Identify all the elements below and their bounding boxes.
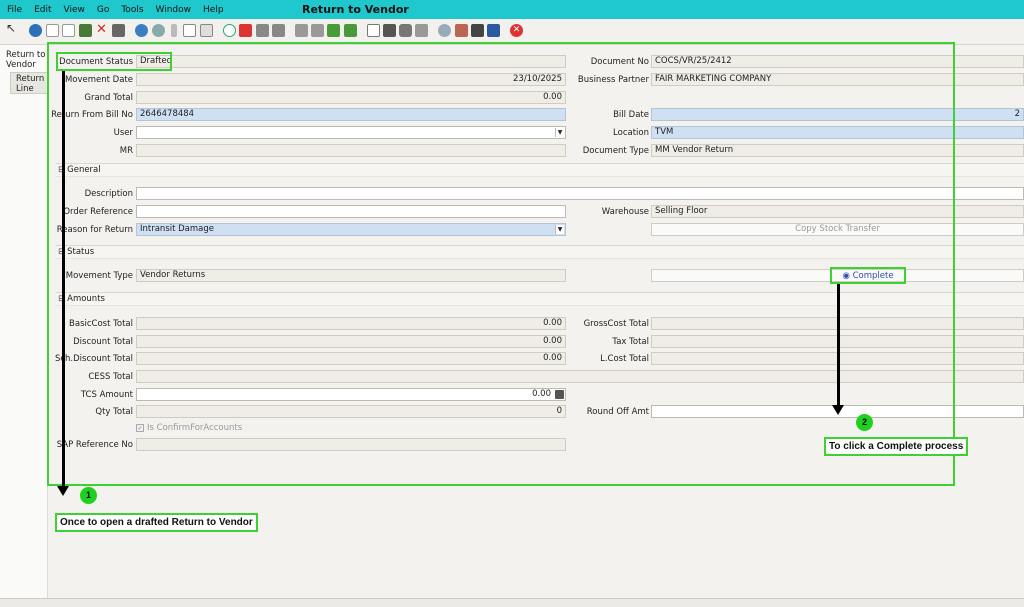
back-icon[interactable] [256, 24, 269, 37]
window-title: Return to Vendor [302, 3, 409, 16]
home-icon[interactable] [239, 24, 252, 37]
copy-icon[interactable] [62, 24, 75, 37]
first-record-icon[interactable] [295, 24, 308, 37]
last-record-icon[interactable] [344, 24, 357, 37]
menu-go[interactable]: Go [97, 5, 109, 15]
status-bar [0, 598, 1024, 607]
next-record-icon[interactable] [327, 24, 340, 37]
new-icon[interactable] [46, 24, 59, 37]
menu-bar: File Edit View Go Tools Window Help Retu… [0, 0, 1024, 19]
report-icon[interactable] [367, 24, 380, 37]
pointer-icon: ↖ [6, 21, 17, 35]
sidebar: Return to Vendor Return Line [0, 45, 48, 600]
requests-icon[interactable] [471, 24, 484, 37]
step-1-badge: 1 [80, 487, 97, 504]
print-preview-icon[interactable] [112, 24, 125, 37]
tab-return-to-vendor[interactable]: Return to Vendor [0, 50, 48, 70]
menu-view[interactable]: View [64, 5, 85, 15]
menu-help[interactable]: Help [203, 5, 224, 15]
menu-tools[interactable]: Tools [121, 5, 143, 15]
refresh-icon[interactable] [135, 24, 148, 37]
previous-record-icon[interactable] [311, 24, 324, 37]
print-icon[interactable] [399, 24, 412, 37]
tab-return-line[interactable]: Return Line [10, 72, 48, 94]
step-1-callout: Once to open a drafted Return to Vendor [55, 513, 258, 532]
history-icon[interactable] [223, 24, 236, 37]
menu-edit[interactable]: Edit [34, 5, 51, 15]
close-window-icon[interactable]: ✕ [510, 24, 523, 37]
arrow-1-head [57, 486, 69, 496]
chat-icon[interactable] [183, 24, 196, 37]
arrow-1-line [62, 71, 65, 487]
active-workflows-icon[interactable] [455, 24, 468, 37]
arrow-2-line [837, 284, 840, 406]
attachment-icon[interactable] [171, 24, 177, 37]
document-status-highlight [56, 52, 172, 71]
archive-icon[interactable] [383, 24, 396, 37]
grid-toggle-icon[interactable] [200, 24, 213, 37]
step-2-callout: To click a Complete process [824, 437, 969, 456]
step-2-badge: 2 [856, 414, 873, 431]
help-icon[interactable] [29, 24, 42, 37]
forward-icon[interactable] [272, 24, 285, 37]
menu-file[interactable]: File [7, 5, 22, 15]
arrow-2-head [832, 405, 844, 415]
zoom-across-icon[interactable] [438, 24, 451, 37]
menu-window[interactable]: Window [156, 5, 192, 15]
export-icon[interactable] [415, 24, 428, 37]
find-icon[interactable] [152, 24, 165, 37]
save-icon[interactable] [79, 24, 92, 37]
delete-icon[interactable]: ✕ [96, 23, 109, 37]
form-highlight [47, 42, 955, 486]
product-info-icon[interactable] [487, 24, 500, 37]
